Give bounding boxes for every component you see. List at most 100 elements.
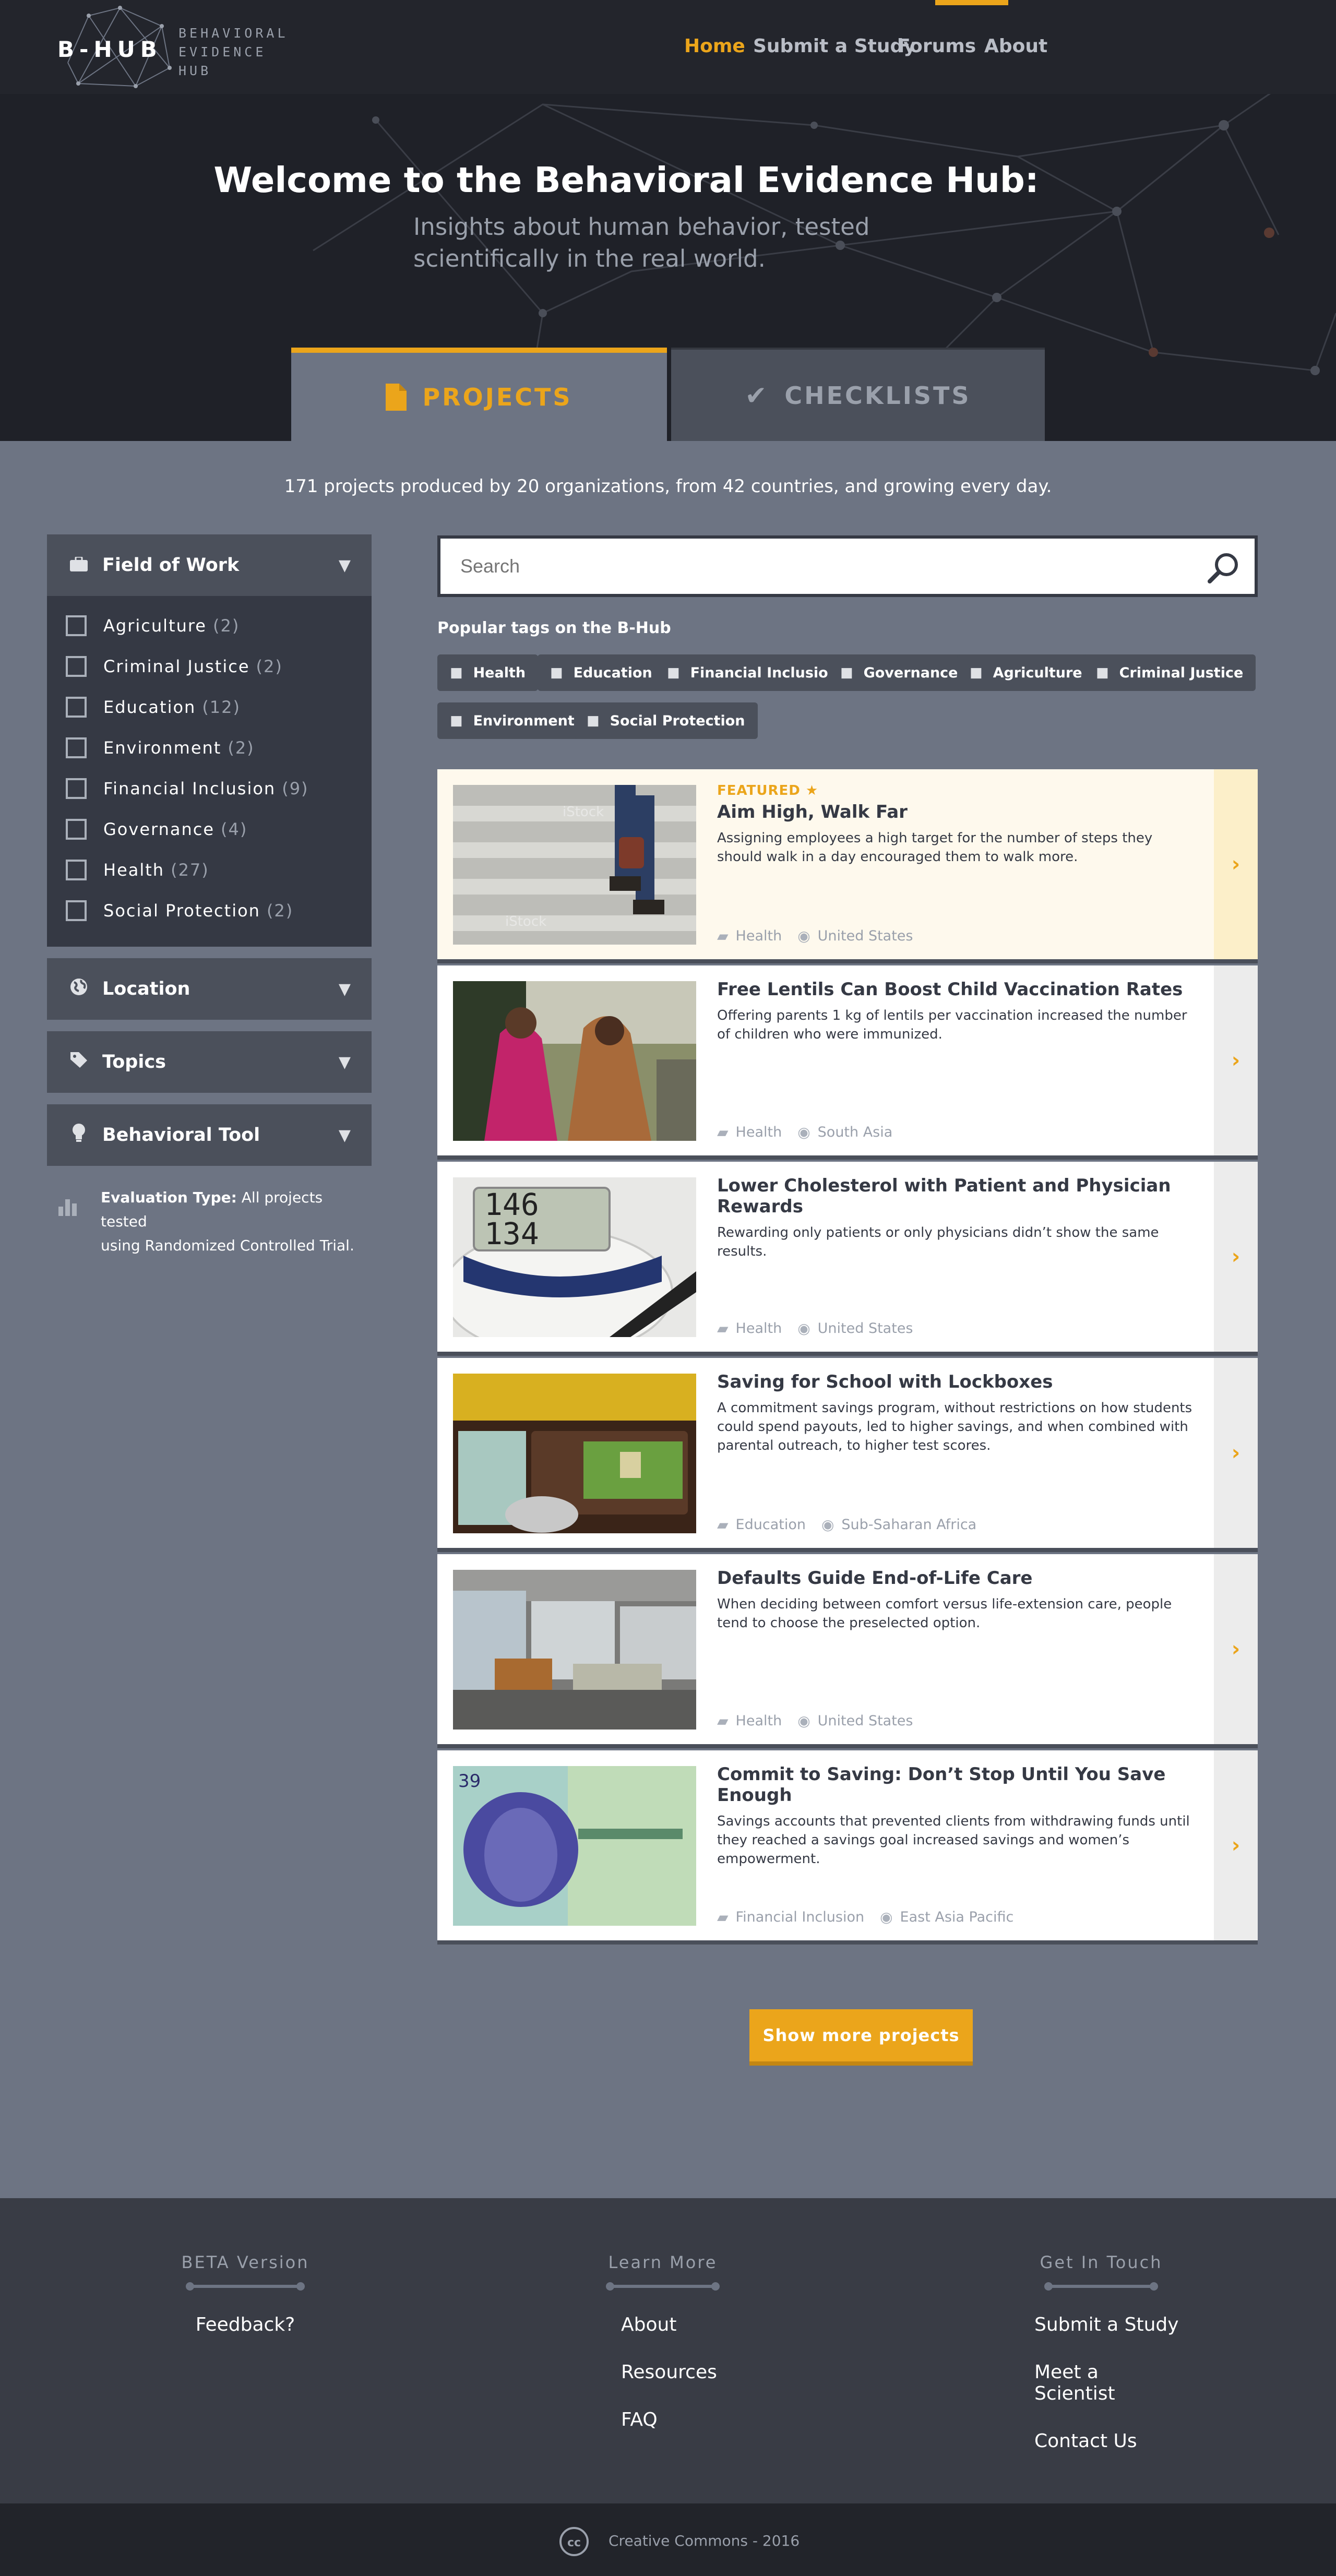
filter-location-header[interactable]: Location ▼: [47, 958, 372, 1020]
checkbox[interactable]: [66, 860, 87, 880]
chevron-right-icon[interactable]: ›: [1214, 965, 1258, 1155]
project-card[interactable]: 39 Commit to Saving: Don’t Stop Until Yo…: [437, 1750, 1258, 1940]
checkbox[interactable]: [66, 819, 87, 840]
briefcase-icon: ■: [587, 713, 600, 729]
project-card[interactable]: Free Lentils Can Boost Child Vaccination…: [437, 965, 1258, 1155]
project-description: Offering parents 1 kg of lentils per vac…: [717, 1008, 1187, 1042]
project-card-body: Lower Cholesterol with Patient and Physi…: [717, 1175, 1197, 1261]
globe-icon: ◉: [797, 1320, 810, 1337]
nav-active-indicator: [935, 0, 1008, 5]
filter-item-health[interactable]: Health (27): [66, 850, 372, 890]
show-more-projects-button[interactable]: Show more projects: [749, 2009, 973, 2061]
chevron-right-icon[interactable]: ›: [1214, 1554, 1258, 1744]
filter-item-governance[interactable]: Governance (4): [66, 809, 372, 850]
search-icon[interactable]: [1208, 551, 1240, 583]
hero-subtitle: Insights about human behavior, tested sc…: [413, 213, 870, 272]
footer-link-resources[interactable]: Resources: [621, 2362, 741, 2383]
project-thumbnail-banknote: 39: [453, 1766, 696, 1926]
filter-item-environment[interactable]: Environment (2): [66, 728, 372, 768]
project-title[interactable]: Lower Cholesterol with Patient and Physi…: [717, 1175, 1197, 1217]
chevron-right-icon[interactable]: ›: [1214, 1750, 1258, 1940]
project-thumbnail-hospital-room: [453, 1570, 696, 1730]
project-meta: ▰ Health ◉ South Asia: [717, 1124, 893, 1141]
folder-icon: ▰: [717, 1712, 729, 1730]
nav-forums[interactable]: Forums: [898, 35, 976, 57]
tab-checklists[interactable]: ✔ CHECKLISTS: [671, 348, 1045, 441]
footer-link-contact[interactable]: Contact Us: [1034, 2430, 1179, 2452]
nav-submit-study[interactable]: Submit a Study: [753, 35, 916, 57]
nav-home[interactable]: Home: [684, 35, 745, 57]
checkbox[interactable]: [66, 697, 87, 718]
project-card[interactable]: Saving for School with Lockboxes A commi…: [437, 1358, 1258, 1548]
tag-financial-inclusion[interactable]: ■ Financial Inclusion: [654, 654, 851, 691]
project-title[interactable]: Saving for School with Lockboxes: [717, 1372, 1197, 1392]
stats-summary: 171 projects produced by 20 organization…: [284, 476, 1052, 497]
checkbox[interactable]: [66, 900, 87, 921]
filter-item-financial-inclusion[interactable]: Financial Inclusion (9): [66, 768, 372, 809]
svg-text:cc: cc: [567, 2536, 581, 2549]
globe-icon: ◉: [880, 1909, 893, 1926]
checkbox[interactable]: [66, 737, 87, 758]
tag-health[interactable]: ■ Health: [437, 654, 539, 691]
project-card[interactable]: 146 134 Lower Cholesterol with Patient a…: [437, 1162, 1258, 1352]
footer-col-touch: Get In Touch Submit a Study Meet a Scien…: [1034, 2252, 1179, 2452]
tag-agriculture[interactable]: ■ Agriculture: [957, 654, 1095, 691]
checkbox[interactable]: [66, 615, 87, 636]
filter-item-criminal-justice[interactable]: Criminal Justice (2): [66, 646, 372, 687]
tag-environment[interactable]: ■ Environment: [437, 702, 587, 739]
project-card[interactable]: Defaults Guide End-of-Life Care When dec…: [437, 1554, 1258, 1744]
project-thumbnail-stairs: iStock iStock: [453, 785, 696, 945]
copyright-text: Creative Commons - 2016: [609, 2532, 800, 2549]
featured-badge: FEATURED ★: [717, 783, 819, 798]
filter-sidebar: Field of Work ▼ Agriculture (2) Criminal …: [47, 534, 372, 1166]
filter-field-of-work-header[interactable]: Field of Work ▼: [47, 534, 372, 596]
footer-link-meet-scientist[interactable]: Meet a Scientist: [1034, 2362, 1179, 2404]
project-thumbnail-blood-pressure: 146 134: [453, 1177, 696, 1337]
checkbox[interactable]: [66, 778, 87, 799]
checkbox[interactable]: [66, 656, 87, 677]
star-icon: ★: [805, 783, 819, 798]
filter-item-agriculture[interactable]: Agriculture (2): [66, 605, 372, 646]
tag-governance[interactable]: ■ Governance: [828, 654, 971, 691]
logo-subtitle: BEHAVIORAL EVIDENCE HUB: [178, 26, 289, 78]
popular-tags-title: Popular tags on the B-Hub: [437, 619, 671, 637]
filter-item-social-protection[interactable]: Social Protection (2): [66, 890, 372, 931]
project-card-body: FEATURED ★ Aim High, Walk Far Assigning …: [717, 783, 1197, 866]
chevron-right-icon[interactable]: ›: [1214, 769, 1258, 959]
project-title[interactable]: Free Lentils Can Boost Child Vaccination…: [717, 979, 1197, 1000]
footer-link-about[interactable]: About: [621, 2314, 741, 2335]
tag-education[interactable]: ■ Education: [538, 654, 665, 691]
filter-behavioral-tool-header[interactable]: Behavioral Tool ▼: [47, 1104, 372, 1166]
tag-criminal-justice[interactable]: ■ Criminal Justice: [1083, 654, 1256, 691]
footer-link-submit-study[interactable]: Submit a Study: [1034, 2314, 1179, 2335]
filter-topics-header[interactable]: Topics ▼: [47, 1031, 372, 1093]
briefcase-icon: ■: [550, 665, 563, 681]
bar-chart-icon: [58, 1199, 77, 1216]
search-box: [437, 535, 1258, 597]
filter-item-education[interactable]: Education (12): [66, 687, 372, 728]
project-title[interactable]: Aim High, Walk Far: [717, 802, 1197, 822]
briefcase-icon: [66, 555, 92, 576]
tag-social-protection[interactable]: ■ Social Protection: [574, 702, 758, 739]
project-thumbnail-lockbox: [453, 1374, 696, 1533]
tab-projects[interactable]: PROJECTS: [291, 348, 667, 441]
globe-icon: ◉: [797, 1712, 810, 1730]
briefcase-icon: ■: [1096, 665, 1109, 681]
search-input[interactable]: [460, 555, 1139, 577]
project-description: When deciding between comfort versus lif…: [717, 1596, 1172, 1631]
footer-link-faq[interactable]: FAQ: [621, 2409, 741, 2430]
chevron-right-icon[interactable]: ›: [1214, 1162, 1258, 1352]
folder-icon: ▰: [717, 1124, 729, 1141]
logo-text[interactable]: B-HUB: [57, 37, 162, 62]
footer-link-feedback[interactable]: Feedback?: [157, 2314, 334, 2335]
filter-field-of-work-list: Agriculture (2) Criminal Justice (2) Educa…: [47, 596, 372, 947]
project-card-featured[interactable]: iStock iStock FEATURED ★ Aim High, Walk …: [437, 769, 1258, 959]
project-title[interactable]: Defaults Guide End-of-Life Care: [717, 1568, 1197, 1589]
project-meta: ▰ Health ◉ United States: [717, 1320, 913, 1337]
chevron-right-icon[interactable]: ›: [1214, 1358, 1258, 1548]
chevron-down-icon: ▼: [338, 556, 351, 575]
folder-icon: ▰: [717, 1909, 729, 1926]
project-title[interactable]: Commit to Saving: Don’t Stop Until You S…: [717, 1764, 1197, 1806]
project-meta: ▰ Health ◉ United States: [717, 1712, 913, 1730]
nav-about[interactable]: About: [984, 35, 1047, 57]
